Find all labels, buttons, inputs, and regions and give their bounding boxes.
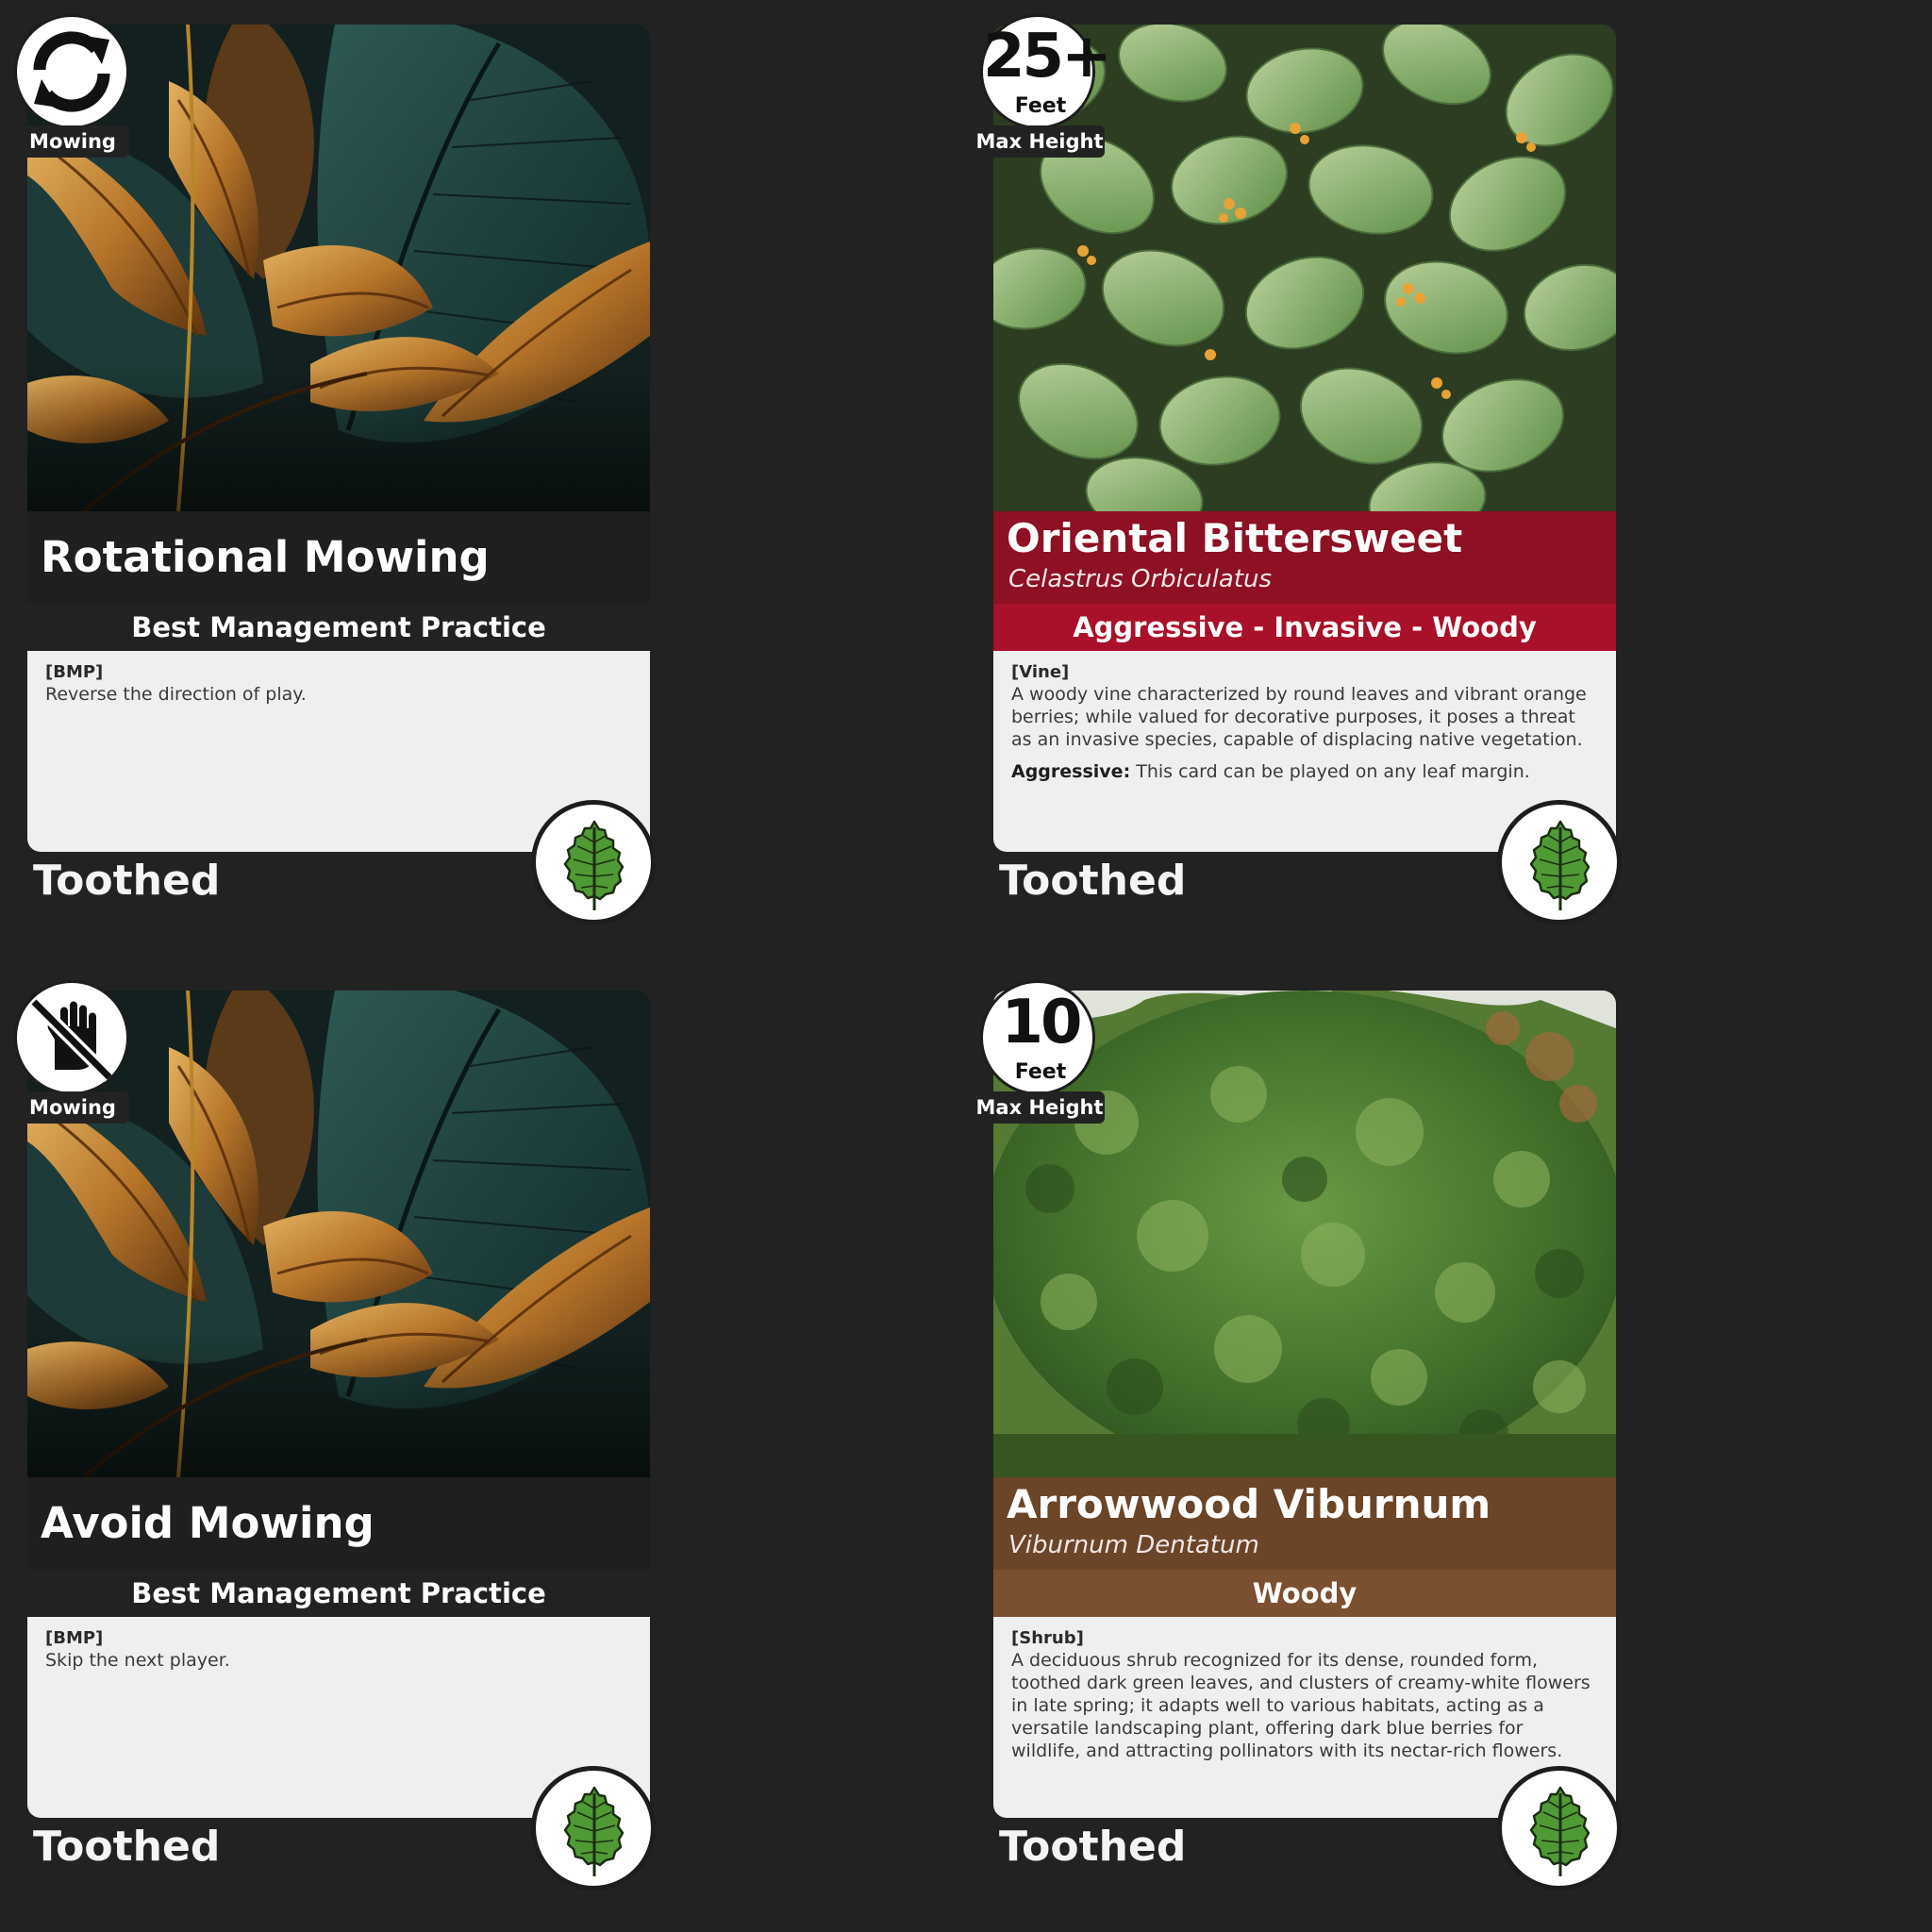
card-body-text: Skip the next player. [45,1650,230,1671]
leaf-margin-label: Toothed [33,857,221,905]
toothed-leaf-icon [563,820,625,910]
card-title: Rotational Mowing [41,532,490,582]
card-title: Avoid Mowing [41,1498,375,1548]
scientific-name: Viburnum Dentatum [1008,1531,1259,1559]
mowing-icon-badge [14,980,129,1095]
leaf-margin-label: Toothed [999,1823,1187,1871]
max-height-unit: Feet [1014,1060,1067,1084]
plant-card-arrowwood-viburnum[interactable]: Arrowwood Viburnum Viburnum Dentatum Woo… [974,980,1641,1890]
leaf-margin-label: Toothed [999,857,1187,905]
card-tag: [BMP] [45,662,104,682]
max-height-badge: 25+ Feet [980,14,1112,129]
keyword-label: Aggressive: [1011,761,1131,782]
card-body-text: A woody vine characterized by round leav… [1011,684,1587,750]
mowing-icon-badge [14,14,129,129]
card-tag: [Shrub] [1011,1628,1084,1648]
rotate-arrows-icon [33,31,110,112]
keyword-text: This card can be played on any leaf marg… [1130,761,1530,782]
max-height-label: Max Height [974,1091,1105,1124]
no-hand-icon [29,997,114,1082]
max-height-label: Max Height [974,125,1105,158]
card-title: Arrowwood Viburnum [1007,1481,1491,1527]
toothed-leaf-badge [531,800,656,924]
card-tag: [BMP] [45,1628,104,1648]
toothed-leaf-icon [1529,820,1591,910]
bmp-card-avoid-mowing[interactable]: Avoid Mowing Best Management Practice [B… [14,980,675,1890]
toothed-leaf-icon [1529,1786,1591,1876]
card-body-text: Reverse the direction of play. [45,684,307,705]
aggressive-ability: Aggressive: This card can be played on a… [1011,760,1598,783]
corner-category-label: Mowing [16,1091,129,1124]
toothed-leaf-badge [1497,800,1622,924]
card-title: Oriental Bittersweet [1007,515,1463,561]
plant-traits-band: Woody [993,1570,1616,1617]
max-height-unit: Feet [1014,94,1067,118]
scientific-name: Celastrus Orbiculatus [1008,565,1273,593]
card-tag: [Vine] [1011,662,1070,682]
plant-traits-band: Aggressive - Invasive - Woody [993,604,1616,651]
title-band: Rotational Mowing [27,511,650,604]
leaf-margin-label: Toothed [33,1823,221,1871]
plant-card-oriental-bittersweet[interactable]: Oriental Bittersweet Celastrus Orbiculat… [974,14,1641,924]
max-height-value: 25+ [983,22,1112,92]
toothed-leaf-badge [1497,1766,1622,1890]
max-height-value: 10 [1001,988,1082,1058]
title-band: Avoid Mowing [27,1477,650,1570]
bmp-card-rotational-mowing[interactable]: Rotational Mowing Best Management Practi… [14,14,675,924]
title-band: Oriental Bittersweet Celastrus Orbiculat… [993,511,1616,604]
corner-category-label: Mowing [16,125,129,158]
toothed-leaf-icon [563,1786,625,1876]
card-type-band: Best Management Practice [27,604,650,651]
max-height-badge: 10 Feet [980,980,1095,1095]
title-band: Arrowwood Viburnum Viburnum Dentatum [993,1477,1616,1570]
toothed-leaf-badge [531,1766,656,1890]
card-body-text: A deciduous shrub recognized for its den… [1011,1650,1591,1761]
card-type-band: Best Management Practice [27,1570,650,1617]
